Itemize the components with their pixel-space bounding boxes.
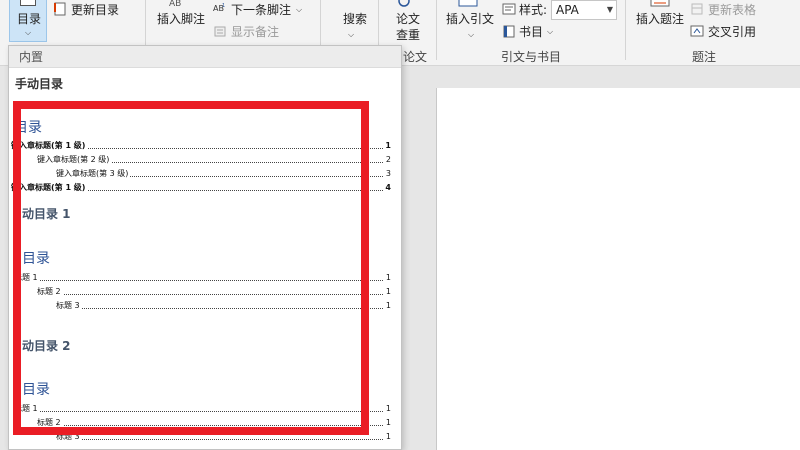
cross-reference-icon <box>690 25 704 37</box>
thesis-group-label: 论文 <box>403 50 428 64</box>
toc-preview-line: 标题 21 <box>37 417 391 429</box>
toc-preview-line: 键入章标题(第 1 级) 1 <box>11 140 391 152</box>
citation-style-value: APA <box>556 3 579 17</box>
toc-preview-line: 标题 11 <box>14 272 391 284</box>
chevron-down-icon: ⌵ <box>468 30 475 39</box>
cross-reference-button[interactable]: 交叉引用 <box>708 25 756 39</box>
insert-footnote-button[interactable]: 插入脚注 <box>157 12 205 26</box>
insert-caption-button[interactable]: 插入题注 <box>636 12 684 26</box>
svg-text:1: 1 <box>222 3 225 9</box>
toc-preview-line: 标题 11 <box>14 403 391 415</box>
toc-gallery-dropdown: 内置 手动目录 目录 键入章标题(第 1 级) 1 键入章标题(第 2 级) 2 键… <box>8 45 402 450</box>
citation-style-select[interactable]: APA ▼ <box>551 0 617 20</box>
toc-preview-line: 键入章标题(第 3 级) 3 <box>56 168 391 180</box>
toc-preview-line: 标题 31 <box>56 431 391 443</box>
chevron-down-icon: ⌵ <box>25 28 32 37</box>
style-label: 样式: <box>519 3 548 17</box>
toc-icon <box>20 0 36 6</box>
update-toc-icon <box>54 2 66 16</box>
toc-preview-line: 键入章标题(第 1 级) 4 <box>11 182 391 194</box>
insert-caption-icon <box>650 0 670 7</box>
insert-citation-button[interactable]: 插入引文 <box>446 12 494 26</box>
auto-toc-1-title: 动目录 1 <box>22 207 71 221</box>
chevron-down-icon[interactable]: ▼ <box>607 1 613 19</box>
thesis-check-icon <box>398 0 410 7</box>
toc-button[interactable]: 目录 ⌵ <box>9 0 47 42</box>
toc-preview-heading: 目录 <box>22 251 50 267</box>
show-notes-icon <box>214 26 226 37</box>
search-button[interactable]: 搜索 <box>343 12 367 26</box>
update-table-button[interactable]: 更新表格 <box>708 3 756 17</box>
update-table-icon <box>691 3 703 15</box>
document-page[interactable] <box>436 88 800 450</box>
next-footnote-icon: AB 1 <box>213 3 225 13</box>
insert-citation-icon <box>458 0 478 7</box>
gallery-section-header: 内置 <box>9 46 401 68</box>
auto-toc-2-title: 动目录 2 <box>22 339 71 353</box>
manual-toc-title: 手动目录 <box>15 77 64 91</box>
style-icon <box>502 3 516 15</box>
toc-preview-line: 键入章标题(第 2 级) 2 <box>37 154 391 166</box>
insert-footnote-icon: AB <box>169 0 181 8</box>
thesis-check-label-1[interactable]: 论文 <box>396 12 420 26</box>
captions-group-label: 题注 <box>692 50 717 64</box>
update-toc-button[interactable]: 更新目录 <box>71 3 119 17</box>
thesis-check-label-2[interactable]: 查重 <box>396 28 420 42</box>
bibliography-icon <box>503 25 515 38</box>
toc-preview-heading: 目录 <box>22 382 50 398</box>
bibliography-button[interactable]: 书目 <box>519 25 543 39</box>
toc-button-label: 目录 <box>17 12 42 26</box>
toc-preview-line: 标题 31 <box>56 300 391 312</box>
chevron-down-icon[interactable]: ⌵ <box>296 5 302 15</box>
citations-group-label: 引文与书目 <box>501 50 562 64</box>
show-notes-button[interactable]: 显示备注 <box>231 25 279 39</box>
svg-text:AB: AB <box>169 0 181 8</box>
chevron-down-icon: ⌵ <box>348 30 355 39</box>
toc-preview-heading: 目录 <box>14 120 42 136</box>
toc-preview-line: 标题 21 <box>37 286 391 298</box>
chevron-down-icon[interactable]: ⌵ <box>547 27 553 37</box>
next-footnote-button[interactable]: 下一条脚注 <box>231 3 291 17</box>
